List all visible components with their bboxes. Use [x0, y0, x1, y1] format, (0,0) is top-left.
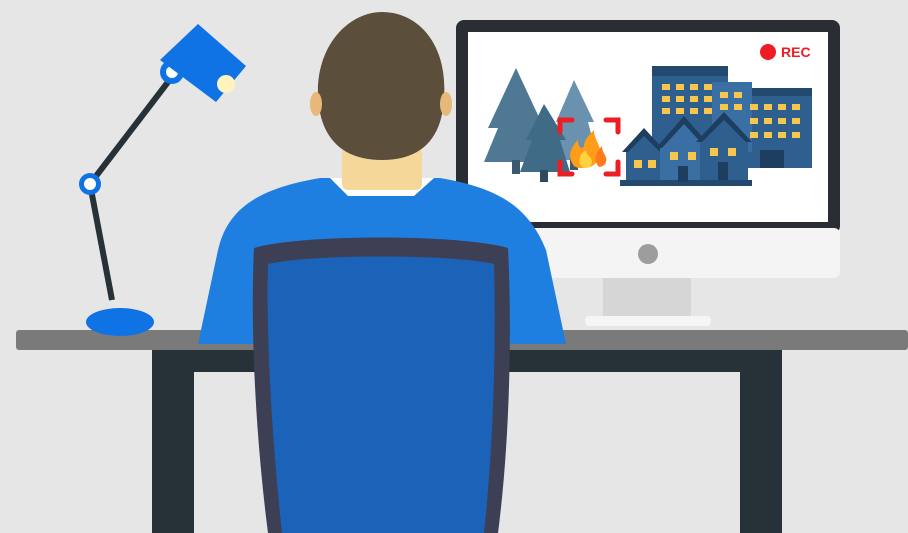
office-chair-icon — [252, 237, 510, 533]
lamp-bulb — [217, 75, 235, 93]
rec-indicator: REC — [760, 44, 811, 60]
monitor-stand-neck — [603, 278, 691, 320]
surveillance-illustration: REC — [0, 0, 908, 533]
chair-back-panel — [267, 256, 495, 533]
monitor-stand-base — [585, 316, 711, 326]
record-dot-icon — [760, 44, 776, 60]
monitor-power-button[interactable] — [638, 244, 658, 264]
desk-leg-left — [152, 346, 194, 533]
desk-leg-right — [740, 346, 782, 533]
rec-label: REC — [781, 44, 811, 60]
